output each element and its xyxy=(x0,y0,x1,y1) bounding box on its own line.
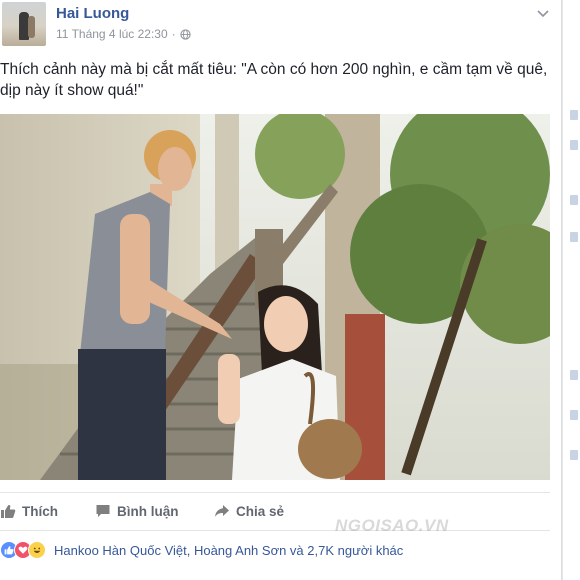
facebook-post: Hai Luong 11 Tháng 4 lúc 22:30 · Thích c… xyxy=(0,0,562,580)
chevron-down-icon[interactable] xyxy=(536,6,550,20)
post-meta: 11 Tháng 4 lúc 22:30 · xyxy=(56,27,191,41)
post-actions: Thích Bình luận Chia sẻ xyxy=(0,494,550,528)
globe-icon[interactable] xyxy=(180,28,191,40)
reactions-summary[interactable]: Hankoo Hàn Quốc Việt, Hoàng Anh Sơn và 2… xyxy=(0,539,550,561)
avatar-figure-2 xyxy=(28,16,35,38)
share-button[interactable]: Chia sẻ xyxy=(214,500,284,522)
like-button[interactable]: Thích xyxy=(0,500,58,522)
share-button-label: Chia sẻ xyxy=(236,503,285,519)
comment-button[interactable]: Bình luận xyxy=(95,500,179,522)
post-header: Hai Luong 11 Tháng 4 lúc 22:30 · xyxy=(0,0,562,50)
reaction-icons xyxy=(0,541,46,559)
share-icon xyxy=(215,505,229,517)
author-avatar[interactable] xyxy=(2,2,46,46)
sidebar-blip xyxy=(570,195,578,205)
reactions-top-divider xyxy=(0,530,550,531)
post-timestamp[interactable]: 11 Tháng 4 lúc 22:30 xyxy=(56,27,168,41)
post-text: Thích cảnh này mà bị cắt mất tiêu: "A cò… xyxy=(0,61,548,99)
right-sidebar-edge xyxy=(562,0,580,580)
comment-icon xyxy=(96,505,110,517)
sidebar-blip xyxy=(570,232,578,242)
photo-illustration xyxy=(0,114,550,480)
meta-separator: · xyxy=(171,27,176,41)
actions-top-divider xyxy=(0,492,550,493)
like-button-label: Thích xyxy=(22,503,58,519)
sidebar-blip xyxy=(570,370,578,380)
sidebar-blip xyxy=(570,410,578,420)
comment-button-label: Bình luận xyxy=(117,503,179,519)
sidebar-blip xyxy=(570,140,578,150)
post-photo[interactable] xyxy=(0,114,550,480)
sidebar-blip xyxy=(570,450,578,460)
haha-icon xyxy=(28,541,46,559)
sidebar-blip xyxy=(570,110,578,120)
reaction-summary-text[interactable]: Hankoo Hàn Quốc Việt, Hoàng Anh Sơn và 2… xyxy=(54,543,403,558)
thumbs-up-icon xyxy=(1,504,16,518)
author-name[interactable]: Hai Luong xyxy=(56,5,129,22)
